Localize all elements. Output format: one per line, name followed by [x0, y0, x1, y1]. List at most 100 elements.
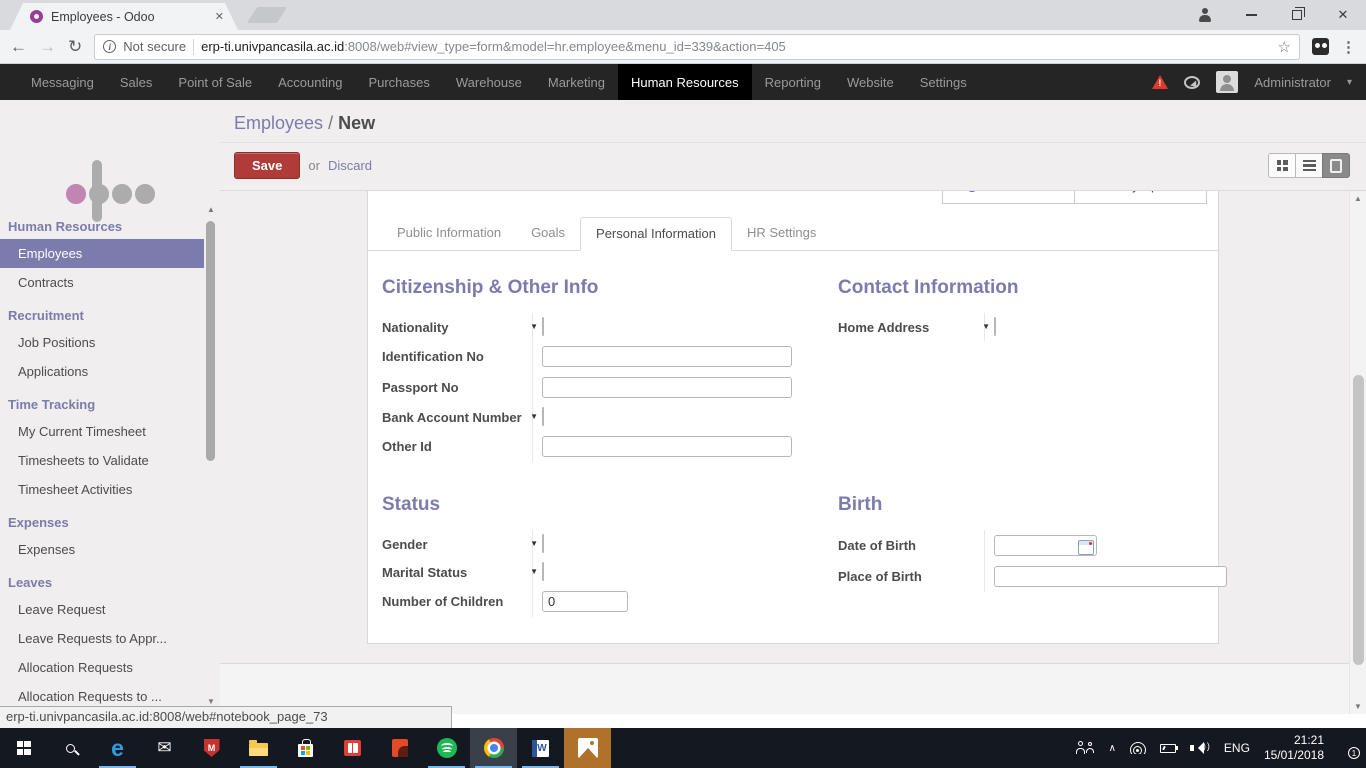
sidebar-item-job-positions[interactable]: Job Positions [0, 328, 220, 357]
warning-icon[interactable] [1152, 75, 1168, 89]
timesheets-stat-button[interactable]: Timesheets [942, 190, 1075, 204]
list-view-button[interactable] [1295, 153, 1323, 178]
identification-no-input[interactable] [542, 346, 792, 367]
sidebar-section-human-resources: Human Resources [0, 208, 220, 239]
sidebar-item-allocation-requests[interactable]: Allocation Requests [0, 653, 220, 682]
not-secure-label: Not secure [123, 39, 186, 54]
nav-messaging[interactable]: Messaging [18, 64, 107, 100]
people-tray-icon[interactable] [1076, 741, 1095, 755]
word-icon[interactable]: W [517, 728, 564, 768]
tab-hr-settings[interactable]: HR Settings [732, 217, 831, 250]
sidebar-item-timesheet-activities[interactable]: Timesheet Activities [0, 475, 220, 504]
browser-status-tooltip: erp-ti.univpancasila.ac.id:8008/web#note… [0, 706, 452, 728]
place-of-birth-input[interactable] [994, 566, 1227, 587]
kanban-view-button[interactable] [1268, 153, 1296, 178]
back-button[interactable]: ← [10, 38, 27, 55]
nav-purchases[interactable]: Purchases [355, 64, 442, 100]
form-view-button[interactable] [1322, 153, 1350, 178]
payslips-stat-button[interactable]: Payslips [1074, 190, 1207, 204]
passport-no-input[interactable] [542, 377, 792, 398]
bank-account-number-select[interactable]: ▼ [542, 407, 544, 426]
wifi-icon[interactable] [1130, 742, 1146, 754]
sidebar-item-my-current-timesheet[interactable]: My Current Timesheet [0, 417, 220, 446]
nav-point-of-sale[interactable]: Point of Sale [165, 64, 265, 100]
reload-button[interactable]: ↻ [68, 38, 82, 55]
battery-icon[interactable] [1160, 744, 1176, 753]
sidebar-item-employees[interactable]: Employees [0, 239, 204, 268]
number-of-children-input[interactable] [542, 591, 628, 612]
breadcrumb-employees[interactable]: Employees [234, 113, 323, 133]
sidebar-item-expenses[interactable]: Expenses [0, 535, 220, 564]
store-icon[interactable] [282, 728, 329, 768]
user-avatar[interactable] [1216, 71, 1238, 93]
browser-tab[interactable]: Employees - Odoo ✕ [10, 3, 238, 30]
new-tab-button[interactable] [247, 7, 287, 23]
browser-profile-icon[interactable] [1182, 0, 1228, 30]
volume-icon[interactable]: )) [1190, 742, 1210, 754]
address-bar[interactable]: i Not secure erp-ti.univpancasila.ac.id:… [94, 34, 1300, 60]
nav-sales[interactable]: Sales [107, 64, 166, 100]
home-address-select[interactable]: ▼ [994, 317, 996, 336]
chat-icon[interactable] [1184, 76, 1200, 89]
page-scroll-thumb[interactable] [1353, 375, 1364, 665]
sidebar-scrollbar[interactable]: ▲ ▼ [205, 205, 217, 706]
window-minimize-button[interactable] [1228, 0, 1274, 30]
nationality-select[interactable]: ▼ [542, 317, 544, 336]
action-center-icon[interactable]: 1 [1338, 740, 1356, 756]
extension-icon[interactable] [1312, 38, 1329, 55]
sidebar-item-contracts[interactable]: Contracts [0, 268, 220, 297]
scroll-down-icon[interactable]: ▼ [1350, 702, 1366, 711]
browser-menu-icon[interactable]: ⋮ [1341, 38, 1356, 56]
page-scrollbar[interactable]: ▲ ▼ [1349, 191, 1366, 714]
tab-personal-information[interactable]: Personal Information [580, 217, 732, 251]
window-restore-button[interactable] [1274, 0, 1320, 30]
user-name[interactable]: Administrator [1254, 75, 1331, 90]
user-menu-caret-icon[interactable]: ▾ [1347, 77, 1352, 88]
start-button[interactable] [0, 728, 47, 768]
nav-accounting[interactable]: Accounting [265, 64, 355, 100]
discard-link[interactable]: Discard [328, 158, 372, 173]
nav-settings[interactable]: Settings [907, 64, 980, 100]
tab-goals[interactable]: Goals [516, 217, 580, 250]
sidebar-item-timesheets-to-validate[interactable]: Timesheets to Validate [0, 446, 220, 475]
sidebar-item-applications[interactable]: Applications [0, 357, 220, 386]
sidebar-item-leave-request[interactable]: Leave Request [0, 595, 220, 624]
tab-public-information[interactable]: Public Information [382, 217, 516, 250]
nav-website[interactable]: Website [834, 64, 907, 100]
tray-expand-icon[interactable]: ∧ [1109, 743, 1116, 754]
file-explorer-icon[interactable] [235, 728, 282, 768]
scroll-up-icon[interactable]: ▲ [205, 205, 217, 214]
language-indicator[interactable]: ENG [1224, 741, 1250, 755]
scroll-up-icon[interactable]: ▲ [1350, 194, 1366, 203]
breadcrumb-new: New [338, 113, 375, 133]
chrome-icon[interactable] [470, 728, 517, 768]
books-app-icon[interactable] [329, 728, 376, 768]
tab-close-icon[interactable]: ✕ [215, 10, 224, 23]
gender-select[interactable]: ▼ [542, 534, 544, 553]
scroll-down-icon[interactable]: ▼ [205, 697, 217, 706]
form-viewport: Timesheets Payslips Public Information G… [220, 190, 1366, 714]
forward-button[interactable]: → [39, 38, 56, 55]
mail-icon[interactable]: ✉ [141, 728, 188, 768]
nav-marketing[interactable]: Marketing [535, 64, 618, 100]
edge-icon[interactable]: e [94, 728, 141, 768]
other-id-input[interactable] [542, 436, 792, 457]
page-info-icon[interactable]: i [103, 40, 116, 53]
bookmark-star-icon[interactable]: ☆ [1278, 38, 1291, 56]
clock[interactable]: 21:21 15/01/2018 [1264, 733, 1324, 763]
window-close-button[interactable]: ✕ [1320, 0, 1366, 30]
sidebar-item-leave-requests-to-approve[interactable]: Leave Requests to Appr... [0, 624, 220, 653]
nav-human-resources[interactable]: Human Resources [618, 64, 752, 100]
sidebar-scroll-thumb[interactable] [206, 221, 215, 461]
calendar-icon[interactable] [1078, 540, 1094, 555]
employee-form-sheet: Timesheets Payslips Public Information G… [367, 190, 1219, 644]
spotify-icon[interactable] [423, 728, 470, 768]
save-button[interactable]: Save [234, 152, 300, 179]
search-icon[interactable] [47, 728, 94, 768]
mcafee-icon[interactable]: M [188, 728, 235, 768]
red-app-icon[interactable] [376, 728, 423, 768]
nav-warehouse[interactable]: Warehouse [443, 64, 535, 100]
photos-icon[interactable] [564, 728, 611, 768]
nav-reporting[interactable]: Reporting [752, 64, 834, 100]
marital-status-select[interactable]: ▼ [542, 562, 544, 581]
